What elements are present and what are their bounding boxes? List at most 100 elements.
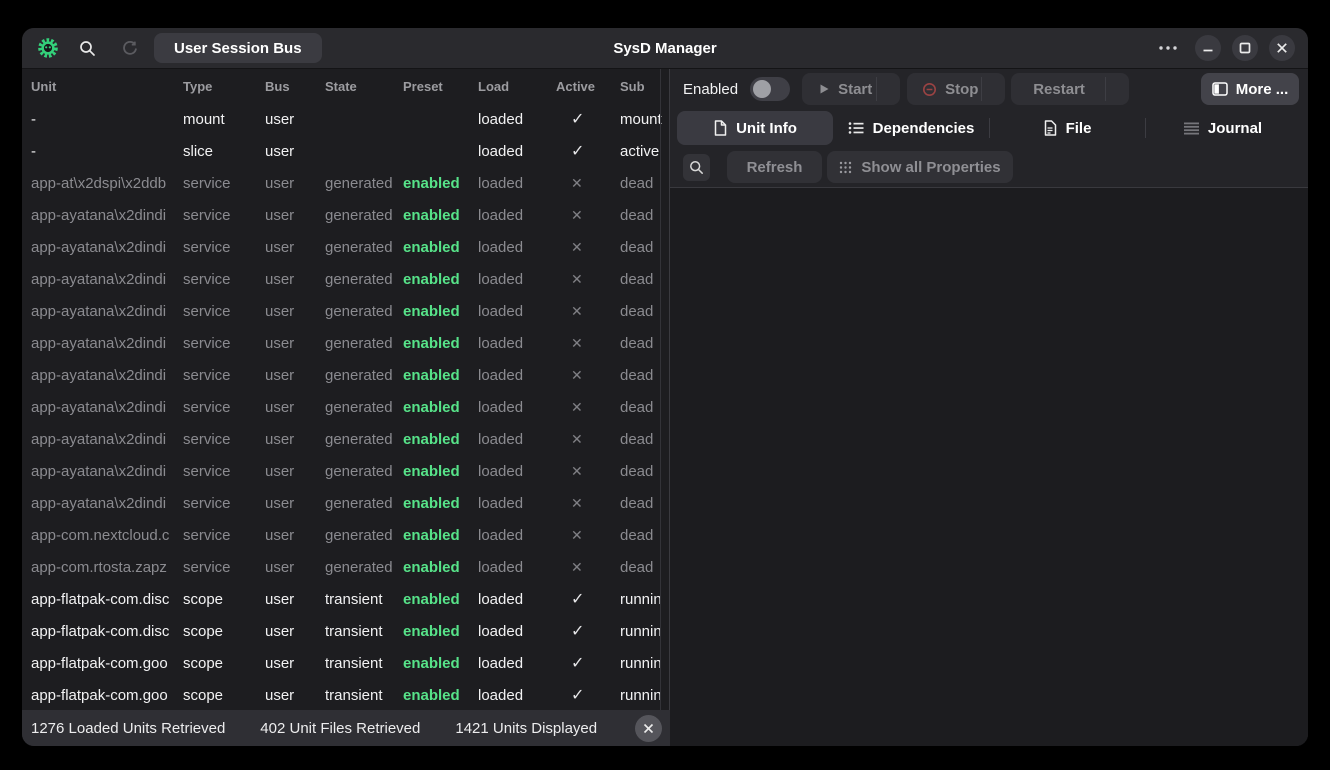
unit-row[interactable]: app-ayatana\x2dindi service user generat… (22, 391, 669, 423)
active-state-icon: ✕ (556, 463, 620, 480)
file-text-icon (1043, 120, 1057, 136)
cell-load: loaded (478, 207, 556, 224)
unit-row[interactable]: app-com.rtosta.zapz service user generat… (22, 551, 669, 583)
start-button[interactable]: Start (802, 73, 900, 105)
cell-load: loaded (478, 175, 556, 192)
unit-row[interactable]: app-ayatana\x2dindi service user generat… (22, 295, 669, 327)
stop-button[interactable]: Stop (907, 73, 1005, 105)
active-state-icon: ✓ (556, 653, 620, 673)
more-button[interactable]: More ... (1201, 73, 1299, 105)
restart-button[interactable]: Restart (1011, 73, 1129, 105)
unit-row[interactable]: app-ayatana\x2dindi service user generat… (22, 423, 669, 455)
unit-row[interactable]: app-flatpak-com.disc scope user transien… (22, 615, 669, 647)
cell-bus: user (265, 303, 325, 320)
unit-row[interactable]: app-flatpak-com.goo scope user transient… (22, 647, 669, 679)
reload-button[interactable] (120, 40, 138, 57)
active-state-icon: ✕ (556, 367, 620, 384)
active-state-icon: ✕ (556, 271, 620, 288)
enabled-toggle[interactable] (750, 77, 790, 101)
cell-state: generated (325, 367, 403, 384)
search-button[interactable] (78, 40, 96, 57)
cell-bus: user (265, 559, 325, 576)
tab-unit-info[interactable]: Unit Info (677, 111, 833, 145)
unit-row[interactable]: app-ayatana\x2dindi service user generat… (22, 327, 669, 359)
detail-search-button[interactable] (683, 154, 710, 181)
column-header-unit[interactable]: Unit (31, 79, 183, 94)
cell-preset: enabled (403, 495, 478, 512)
cell-unit: app-ayatana\x2dindi (31, 303, 183, 320)
refresh-properties-button[interactable]: Refresh (727, 151, 822, 183)
cell-preset: enabled (403, 399, 478, 416)
bus-selector-button[interactable]: User Session Bus (154, 33, 322, 63)
column-header-bus[interactable]: Bus (265, 79, 325, 94)
cell-preset: enabled (403, 623, 478, 640)
toast-close-button[interactable] (635, 715, 662, 742)
tab-journal[interactable]: Journal (1145, 111, 1301, 145)
menu-button[interactable] (1158, 45, 1178, 51)
column-header-load[interactable]: Load (478, 79, 556, 94)
cell-unit: app-flatpak-com.disc (31, 623, 183, 640)
active-state-icon: ✕ (556, 239, 620, 256)
close-button[interactable] (1269, 35, 1295, 61)
cell-bus: user (265, 495, 325, 512)
cell-type: service (183, 367, 265, 384)
unit-row[interactable]: app-ayatana\x2dindi service user generat… (22, 487, 669, 519)
unit-row[interactable]: app-ayatana\x2dindi service user generat… (22, 263, 669, 295)
unit-row[interactable]: app-com.nextcloud.c service user generat… (22, 519, 669, 551)
column-header-sub[interactable]: Sub (620, 79, 662, 94)
cell-state: generated (325, 559, 403, 576)
cell-load: loaded (478, 463, 556, 480)
unit-row[interactable]: app-ayatana\x2dindi service user generat… (22, 359, 669, 391)
cell-load: loaded (478, 591, 556, 608)
ellipsis-menu-icon (1158, 45, 1178, 51)
column-header-type[interactable]: Type (183, 79, 265, 94)
cell-sub: dead (620, 559, 662, 576)
cell-unit: app-at\x2dspi\x2ddb (31, 175, 183, 192)
unit-row[interactable]: - slice user loaded ✓ active (22, 135, 669, 167)
cell-type: slice (183, 143, 265, 160)
cell-state: generated (325, 495, 403, 512)
maximize-icon (1239, 42, 1251, 54)
restart-label: Restart (1033, 81, 1085, 98)
tab-label: Journal (1208, 120, 1262, 137)
unit-row[interactable]: app-at\x2dspi\x2ddb service user generat… (22, 167, 669, 199)
active-state-icon: ✕ (556, 399, 620, 416)
status-unit-files: 402 Unit Files Retrieved (260, 720, 420, 737)
cell-type: scope (183, 623, 265, 640)
cell-type: scope (183, 687, 265, 704)
cell-sub: dead (620, 463, 662, 480)
column-header-active[interactable]: Active (556, 79, 620, 94)
active-state-icon: ✕ (556, 527, 620, 544)
status-units-displayed: 1421 Units Displayed (455, 720, 597, 737)
cell-bus: user (265, 687, 325, 704)
cell-unit: app-ayatana\x2dindi (31, 239, 183, 256)
cell-state: generated (325, 335, 403, 352)
maximize-button[interactable] (1232, 35, 1258, 61)
tab-file[interactable]: File (989, 111, 1145, 145)
column-header-state[interactable]: State (325, 79, 403, 94)
cell-sub: dead (620, 239, 662, 256)
cell-sub: dead (620, 527, 662, 544)
unit-row[interactable]: app-ayatana\x2dindi service user generat… (22, 455, 669, 487)
unit-info-content (670, 188, 1308, 746)
unit-row[interactable]: app-flatpak-com.goo scope user transient… (22, 679, 669, 711)
column-header-preset[interactable]: Preset (403, 79, 478, 94)
cell-unit: app-ayatana\x2dindi (31, 399, 183, 416)
more-label: More ... (1236, 81, 1289, 98)
unit-row[interactable]: app-flatpak-com.disc scope user transien… (22, 583, 669, 615)
unit-row[interactable]: - mount user loaded ✓ mounted (22, 103, 669, 135)
minimize-button[interactable] (1195, 35, 1221, 61)
cell-preset: enabled (403, 463, 478, 480)
unit-row[interactable]: app-ayatana\x2dindi service user generat… (22, 231, 669, 263)
cell-preset: enabled (403, 335, 478, 352)
stop-icon (922, 82, 937, 97)
status-loaded-units: 1276 Loaded Units Retrieved (31, 720, 225, 737)
unit-row[interactable]: app-ayatana\x2dindi service user generat… (22, 199, 669, 231)
show-all-properties-button[interactable]: Show all Properties (827, 151, 1013, 183)
scrollbar-gutter[interactable] (660, 69, 661, 746)
active-state-icon: ✓ (556, 621, 620, 641)
cell-sub: running (620, 591, 662, 608)
cell-bus: user (265, 111, 325, 128)
cell-type: service (183, 463, 265, 480)
tab-dependencies[interactable]: Dependencies (833, 111, 989, 145)
